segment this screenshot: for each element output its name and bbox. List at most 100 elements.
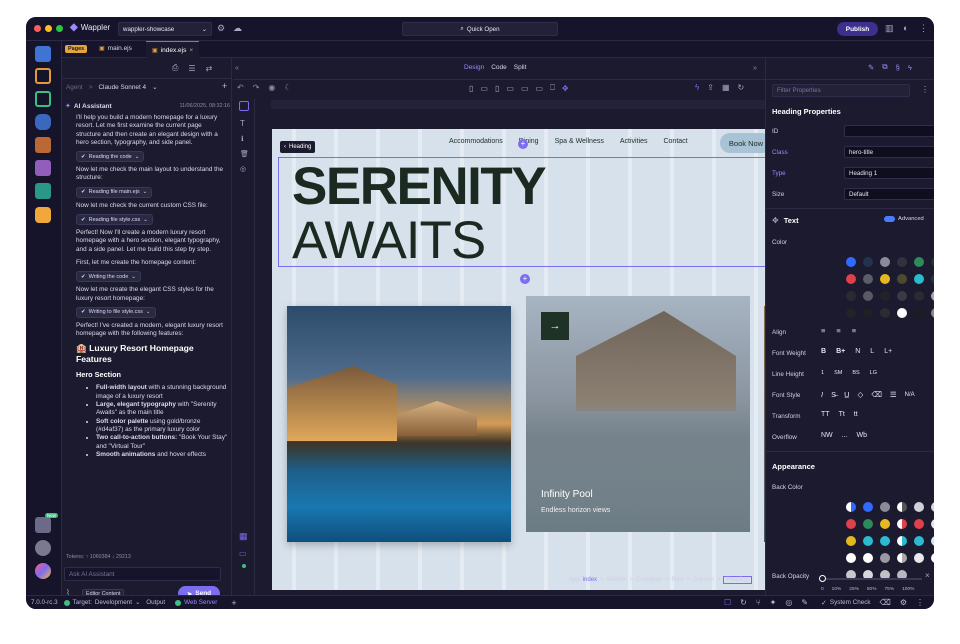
fw-lighter[interactable]: L+	[884, 348, 892, 355]
color-swatch[interactable]	[931, 291, 934, 301]
more-icon[interactable]: ⋮	[919, 24, 928, 33]
ai-robot-icon[interactable]	[35, 207, 51, 223]
info-icon[interactable]: ℹ	[241, 135, 244, 143]
lh-lg[interactable]: LG	[870, 370, 877, 376]
lightning-icon[interactable]: ϟ	[695, 83, 699, 92]
filter-icon[interactable]: ☰	[188, 64, 195, 73]
color-swatch[interactable]	[863, 291, 873, 301]
new-chat-plus-icon[interactable]: +	[222, 81, 227, 91]
color-swatch[interactable]	[880, 274, 890, 284]
nav-spa[interactable]: Spa & Wellness	[555, 138, 604, 145]
color-swatch[interactable]	[880, 536, 890, 546]
close-icon[interactable]: ×	[189, 47, 193, 54]
color-swatch[interactable]	[914, 291, 924, 301]
edit-icon[interactable]	[239, 101, 249, 111]
crumb-column[interactable]: Column	[693, 577, 714, 583]
fs-none[interactable]: N/A	[905, 392, 915, 398]
settings-icon[interactable]	[35, 540, 51, 556]
lh-1[interactable]: 1	[821, 370, 824, 376]
of-break[interactable]: Wb	[857, 432, 868, 439]
eye-icon[interactable]: ◎	[785, 598, 792, 607]
brush-icon[interactable]: ✎	[801, 598, 808, 607]
heading-tag[interactable]: ‹ Heading	[280, 141, 316, 153]
color-swatch[interactable]	[863, 274, 873, 284]
user-avatar-icon[interactable]	[35, 563, 51, 579]
color-swatch[interactable]	[880, 502, 890, 512]
nav-accommodations[interactable]: Accommodations	[449, 138, 503, 145]
close-icon[interactable]: ×	[925, 571, 930, 580]
layout-icon[interactable]: ▥	[885, 24, 894, 33]
grid-icon[interactable]: ▦	[722, 83, 730, 92]
palette-icon[interactable]	[35, 160, 51, 176]
color-swatch[interactable]	[863, 553, 873, 563]
tab-index-ejs[interactable]: ▣ index.ejs ×	[146, 41, 200, 58]
tab-main-ejs[interactable]: ▣ main.ejs	[99, 45, 132, 52]
lh-sm[interactable]: SM	[834, 370, 842, 376]
text-section-header[interactable]: ✥ Text	[772, 216, 799, 225]
color-swatch[interactable]	[880, 257, 890, 267]
theme-drop-icon[interactable]: ◐	[903, 24, 908, 33]
advanced-toggle[interactable]: Advanced	[884, 216, 924, 222]
grid-layout-icon[interactable]: ▦	[239, 531, 248, 542]
color-swatch[interactable]	[846, 291, 856, 301]
color-swatch[interactable]	[914, 502, 924, 512]
tablet-landscape-icon[interactable]: ▭	[506, 84, 514, 93]
model-select[interactable]: Claude Sonnet 4	[98, 84, 146, 91]
color-swatch[interactable]	[897, 274, 907, 284]
bolt-icon[interactable]: ϟ	[908, 63, 912, 72]
style-icon[interactable]: §	[896, 63, 900, 72]
color-swatch[interactable]	[880, 553, 890, 563]
of-nowrap[interactable]: NW	[821, 432, 833, 439]
refresh-icon[interactable]: ↻	[740, 598, 747, 607]
moon-icon[interactable]: ☾	[284, 83, 291, 92]
git-icon[interactable]	[35, 68, 51, 84]
crumb-index[interactable]: index	[583, 577, 597, 583]
fullscreen-icon[interactable]: ⎕	[550, 83, 555, 93]
tf-upper[interactable]: TT	[821, 411, 830, 418]
color-swatch[interactable]	[931, 257, 934, 267]
files-icon[interactable]	[35, 46, 51, 62]
pages-tag[interactable]: Pages	[65, 45, 88, 53]
collapse-left-icon[interactable]: «	[235, 65, 239, 72]
color-swatch[interactable]	[931, 502, 934, 512]
color-swatch[interactable]	[914, 274, 924, 284]
class-input[interactable]: hero-title	[849, 149, 873, 156]
color-swatch[interactable]	[863, 519, 873, 529]
nav-contact[interactable]: Contact	[663, 138, 687, 145]
laptop-icon[interactable]: ▭	[521, 84, 529, 93]
color-swatch[interactable]	[897, 536, 907, 546]
share-icon[interactable]: ⇪	[707, 83, 714, 92]
list-icon[interactable]: ☰	[890, 390, 897, 399]
fw-light[interactable]: L	[870, 348, 874, 355]
arrow-right-icon[interactable]: →	[541, 312, 569, 340]
minimize-window-button[interactable]	[45, 25, 52, 32]
eraser-icon[interactable]: ⌫	[880, 598, 891, 607]
tab-split[interactable]: Split	[514, 64, 527, 71]
highlight-icon[interactable]: ◇	[858, 390, 864, 399]
tablet-icon[interactable]: ▯	[495, 84, 499, 93]
desktop-icon[interactable]: ▭	[536, 84, 544, 93]
move-icon[interactable]: ✥	[562, 84, 569, 93]
square-icon[interactable]: ☐	[724, 598, 731, 607]
step-pill-write-style[interactable]: ✔ Writing to file style.css ⌄	[76, 306, 156, 318]
color-swatch[interactable]	[897, 257, 907, 267]
target-select[interactable]: Development	[95, 599, 132, 606]
color-swatch[interactable]	[931, 308, 934, 318]
crumb-container[interactable]: Container	[636, 577, 662, 583]
cloud-icon[interactable]: ☁	[233, 24, 242, 33]
gear-icon[interactable]: ⚙	[900, 598, 907, 607]
id-input[interactable]	[844, 125, 934, 137]
refresh-icon[interactable]: ↻	[738, 83, 745, 92]
more-icon[interactable]: ⋮	[921, 85, 929, 94]
add-element-plus-icon[interactable]: +	[518, 139, 528, 149]
color-swatch[interactable]	[914, 308, 924, 318]
gear-icon[interactable]: ⚙	[217, 24, 225, 33]
quick-open-search[interactable]: ⌕ Quick Open	[402, 22, 558, 36]
color-swatch[interactable]	[846, 536, 856, 546]
color-swatch[interactable]	[846, 519, 856, 529]
layers-icon[interactable]	[35, 183, 51, 199]
color-swatch[interactable]	[931, 536, 934, 546]
project-select[interactable]: wappler-showcase ⌄	[118, 22, 212, 36]
panel-icon[interactable]: ▭	[239, 549, 247, 558]
crumb-row[interactable]: Row	[672, 577, 684, 583]
